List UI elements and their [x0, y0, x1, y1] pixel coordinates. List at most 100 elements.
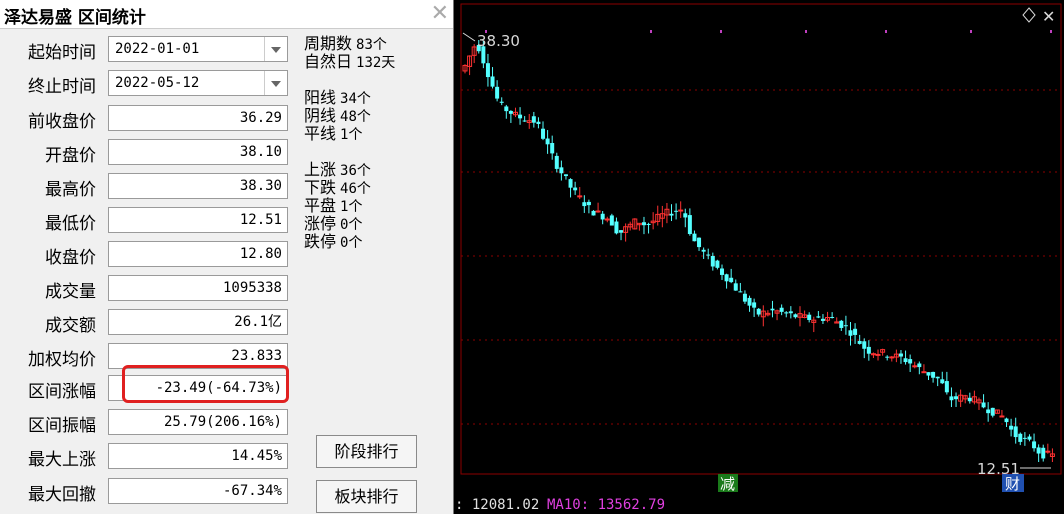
candle-body	[784, 312, 789, 314]
close-icon[interactable]: ✕	[1042, 7, 1055, 26]
stat-label: 下跌	[304, 178, 337, 197]
candle-body	[701, 249, 706, 252]
candle-body	[885, 356, 890, 358]
candle-body	[568, 179, 573, 188]
stat-item: 周期数 83个	[304, 34, 387, 54]
row-value-field: 36.29	[108, 105, 288, 131]
diamond-icon[interactable]	[1022, 7, 1036, 23]
candle-body	[1018, 433, 1023, 442]
candle-body	[935, 376, 940, 379]
candle-body	[531, 116, 536, 123]
stat-value: 46个	[340, 181, 371, 197]
candle-body	[1022, 437, 1027, 439]
end-date-select[interactable]: 2022-05-12	[108, 70, 288, 96]
candle-body	[807, 314, 812, 320]
candle-body	[931, 371, 936, 378]
candle-body	[697, 237, 702, 248]
stat-item: 涨停 0个	[304, 216, 362, 234]
candle-body	[866, 346, 871, 354]
chevron-down-icon[interactable]	[264, 37, 287, 61]
candle-body	[949, 396, 954, 401]
candle-body	[1036, 447, 1041, 454]
stat-value: 34个	[340, 91, 371, 107]
candle-body	[577, 195, 583, 198]
candle-body	[490, 76, 495, 87]
stat-value: 0个	[340, 235, 363, 251]
candle-body	[889, 356, 895, 359]
row-label: 区间振幅	[28, 416, 96, 436]
candle-body	[816, 316, 821, 318]
candle-body	[986, 409, 991, 414]
candle-body	[586, 201, 591, 206]
stat-label: 平线	[304, 124, 337, 143]
candle-body	[1013, 426, 1018, 438]
candle-body	[898, 353, 903, 357]
row-label: 区间涨幅	[28, 382, 96, 402]
block-ranking-button[interactable]: 板块排行	[316, 480, 417, 513]
stat-value: 132天	[356, 55, 396, 71]
stat-label: 跌停	[304, 232, 337, 251]
close-icon[interactable]: ✕	[431, 1, 449, 26]
top-marker	[1050, 30, 1052, 33]
stat-label: 自然日	[304, 52, 353, 71]
start-date-value: 2022-01-01	[115, 41, 200, 57]
candle-body	[1041, 447, 1046, 459]
candle-body	[719, 268, 724, 275]
row-label: 成交额	[45, 316, 96, 336]
candle-body	[683, 213, 688, 218]
stat-label: 周期数	[304, 34, 353, 53]
candle-body	[710, 255, 715, 267]
candle-body	[706, 254, 711, 256]
ma10-value: MA10: 13562.79	[547, 497, 666, 513]
stat-item: 下跌 46个	[304, 178, 371, 198]
indicator-bar: : 12081.02 MA10: 13562.79	[455, 496, 1064, 514]
row-value-field: 25.79(206.16%)	[108, 409, 288, 435]
row-value-field: 1095338	[108, 275, 288, 301]
candle-body	[981, 402, 986, 408]
row-value-field: 26.1亿	[108, 309, 288, 335]
candle-body	[595, 210, 601, 213]
candle-body	[541, 128, 546, 139]
candle-body	[1009, 425, 1014, 430]
finance-marker[interactable]: 财	[1005, 475, 1020, 493]
dialog-title: 泽达易盛 区间统计	[4, 8, 146, 28]
candle-body	[756, 308, 761, 315]
candle-body	[848, 330, 853, 336]
chevron-down-icon[interactable]	[264, 71, 287, 95]
candle-body	[862, 341, 867, 349]
stat-item: 上涨 36个	[304, 160, 371, 180]
high-price-label: 38.30	[477, 32, 520, 50]
candle-body	[522, 120, 527, 122]
row-label: 成交量	[45, 282, 96, 302]
candle-body	[857, 340, 862, 344]
candle-body	[504, 106, 509, 112]
reduce-marker[interactable]: 减	[720, 475, 735, 493]
candle-body	[944, 381, 949, 393]
stage-ranking-button[interactable]: 阶段排行	[316, 435, 417, 468]
stat-value: 36个	[340, 163, 371, 179]
candle-body	[733, 283, 738, 291]
top-marker	[720, 30, 722, 33]
stat-value: 83个	[356, 37, 387, 53]
candle-body	[990, 407, 995, 416]
candle-body	[641, 222, 646, 226]
stat-label: 阴线	[304, 106, 337, 125]
candle-body	[550, 142, 555, 154]
stat-item: 平线 1个	[304, 124, 362, 144]
candle-body	[573, 187, 578, 191]
stat-item: 阳线 34个	[304, 90, 371, 108]
row-value-field: 12.51	[108, 207, 288, 233]
candle-body	[674, 210, 679, 212]
start-date-select[interactable]: 2022-01-01	[108, 36, 288, 62]
candle-body	[875, 353, 881, 356]
candlestick-chart[interactable]: 38.3012.51✕减财	[455, 0, 1064, 514]
stat-item: 平盘 1个	[304, 198, 362, 216]
top-marker	[885, 30, 887, 33]
candle-body	[967, 397, 972, 402]
candle-body	[903, 358, 908, 363]
candle-body	[770, 308, 775, 311]
candle-body	[518, 114, 523, 119]
candle-body	[843, 325, 848, 327]
stat-label: 上涨	[304, 160, 337, 179]
stat-item: 阴线 48个	[304, 106, 371, 126]
